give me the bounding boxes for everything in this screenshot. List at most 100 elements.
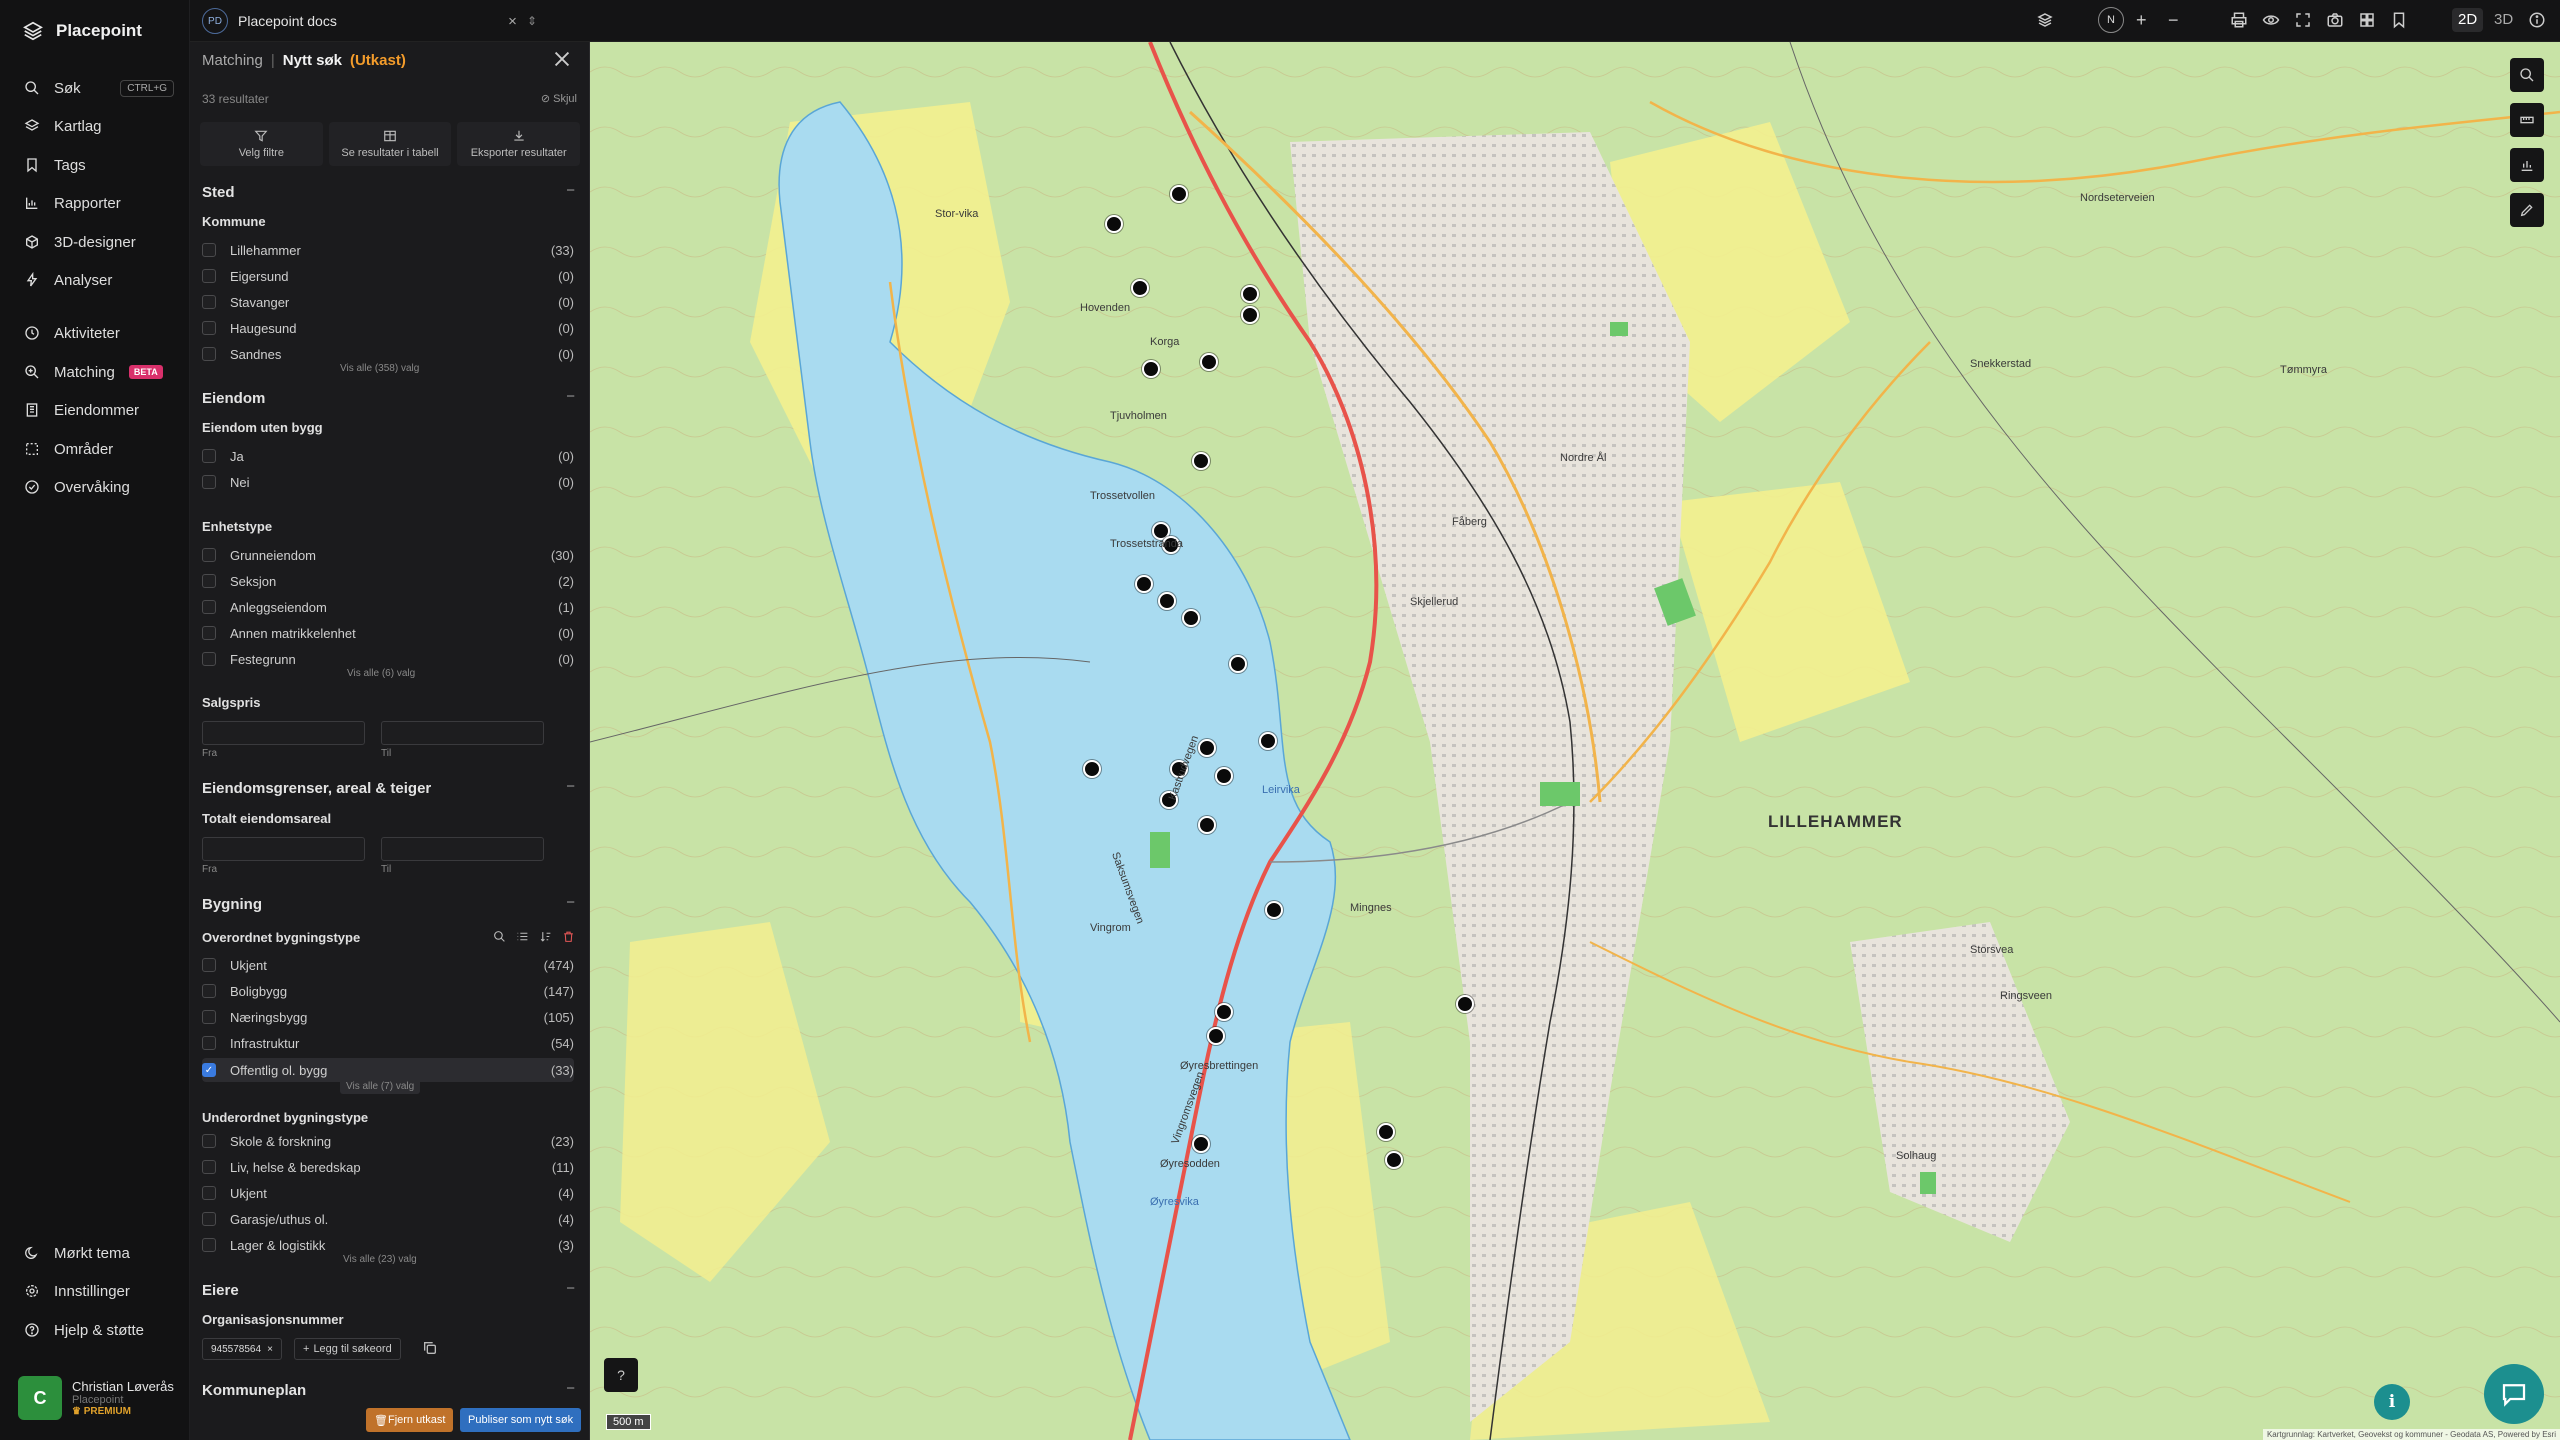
map-help-button[interactable]: ?: [604, 1358, 638, 1392]
choose-filters-button[interactable]: Velg filtre: [200, 122, 323, 166]
result-marker[interactable]: [1258, 732, 1277, 750]
option-uten-bygg-nei[interactable]: Nei (0): [202, 471, 574, 493]
checkbox[interactable]: [202, 1036, 216, 1050]
checkbox[interactable]: [202, 449, 216, 463]
checkbox[interactable]: [202, 1010, 216, 1024]
checkbox[interactable]: [202, 243, 216, 257]
mode-2d-toggle[interactable]: 2D: [2452, 8, 2484, 32]
nav-item-kartlag[interactable]: Kartlag: [24, 111, 174, 141]
collapse-eiere-icon[interactable]: −: [566, 1280, 575, 1297]
eye-icon[interactable]: [2262, 11, 2282, 31]
map-layers-button[interactable]: [2510, 58, 2544, 92]
list-icon[interactable]: [516, 930, 529, 943]
nav-item-help[interactable]: Hjelp & støtte: [24, 1315, 174, 1345]
areal-to-input[interactable]: [381, 837, 544, 861]
breadcrumb-section[interactable]: Matching: [202, 52, 263, 69]
result-marker[interactable]: [1240, 305, 1259, 324]
result-marker[interactable]: [1130, 279, 1149, 298]
result-marker[interactable]: [1197, 738, 1216, 757]
show-all-underordnet-link[interactable]: Vis alle (23) valg: [343, 1254, 417, 1265]
compass-icon[interactable]: N: [2098, 7, 2124, 33]
show-table-button[interactable]: Se resultater i tabell: [328, 122, 452, 166]
nav-item-omrader[interactable]: Områder: [24, 434, 174, 464]
result-marker[interactable]: [1199, 353, 1218, 372]
option-enhetstype-seksjon[interactable]: Seksjon (2): [202, 570, 574, 592]
section-eiere-title[interactable]: Eiere: [202, 1282, 239, 1299]
checkbox[interactable]: [202, 574, 216, 588]
checkbox[interactable]: [202, 321, 216, 335]
collapse-sted-icon[interactable]: −: [566, 182, 575, 199]
result-marker[interactable]: [1240, 284, 1259, 303]
option-kommune-haugesund[interactable]: Haugesund (0): [202, 317, 574, 339]
info-button[interactable]: i: [2374, 1384, 2410, 1420]
statistics-button[interactable]: [2510, 148, 2544, 182]
nav-item-settings[interactable]: Innstillinger: [24, 1276, 174, 1306]
option-enhetstype-anleggseiendom[interactable]: Anleggseiendom (1): [202, 596, 574, 618]
publish-search-button[interactable]: Publiser som nytt søk: [460, 1408, 582, 1432]
nav-item-overvaking[interactable]: Overvåking: [24, 472, 174, 502]
option-bygning-boligbygg[interactable]: Boligbygg (147): [202, 980, 574, 1002]
checkbox[interactable]: [202, 958, 216, 972]
result-marker[interactable]: [1455, 994, 1474, 1013]
nav-item-dark-theme[interactable]: Mørkt tema: [24, 1238, 174, 1268]
option-under-garasje[interactable]: Garasje/uthus ol. (4): [202, 1208, 574, 1230]
remove-tag-icon[interactable]: ×: [267, 1344, 273, 1355]
info-icon[interactable]: [2528, 11, 2548, 31]
section-grenser-title[interactable]: Eiendomsgrenser, areal & teiger: [202, 780, 431, 797]
user-profile[interactable]: C Christian Løverås Placepoint ♛ PREMIUM: [18, 1372, 178, 1424]
chat-button[interactable]: [2484, 1364, 2544, 1424]
export-results-button[interactable]: Eksporter resultater: [457, 122, 581, 166]
orgnr-tag[interactable]: 945578564 ×: [202, 1338, 282, 1360]
layers-stack-icon[interactable]: [2036, 11, 2056, 31]
show-all-overordnet-link[interactable]: Vis alle (7) valg: [340, 1079, 421, 1094]
section-bygning-title[interactable]: Bygning: [202, 896, 262, 913]
show-all-enhetstype-link[interactable]: Vis alle (6) valg: [347, 668, 415, 679]
show-all-kommune-link[interactable]: Vis alle (358) valg: [340, 363, 419, 374]
checkbox[interactable]: [202, 475, 216, 489]
section-sted-title[interactable]: Sted: [202, 184, 235, 201]
brand[interactable]: Placepoint: [22, 20, 142, 42]
result-marker[interactable]: [1181, 608, 1200, 627]
checkbox[interactable]: [202, 548, 216, 562]
checkbox[interactable]: [202, 1186, 216, 1200]
checkbox[interactable]: [202, 347, 216, 361]
option-uten-bygg-ja[interactable]: Ja (0): [202, 445, 574, 467]
option-bygning-infrastruktur[interactable]: Infrastruktur (54): [202, 1032, 574, 1054]
option-under-ukjent[interactable]: Ukjent (4): [202, 1182, 574, 1204]
option-kommune-stavanger[interactable]: Stavanger (0): [202, 291, 574, 313]
mode-3d-toggle[interactable]: 3D: [2488, 8, 2519, 32]
checkbox[interactable]: [202, 1212, 216, 1226]
checkbox[interactable]: [202, 984, 216, 998]
checkbox[interactable]: [202, 269, 216, 283]
nav-item-3d-designer[interactable]: 3D-designer: [24, 227, 174, 257]
nav-item-analyser[interactable]: Analyser: [24, 265, 174, 295]
nav-item-aktiviteter[interactable]: Aktiviteter: [24, 318, 174, 348]
result-marker[interactable]: [1191, 1134, 1210, 1153]
option-kommune-eigersund[interactable]: Eigersund (0): [202, 265, 574, 287]
salgspris-to-input[interactable]: [381, 721, 544, 745]
copy-icon[interactable]: [422, 1340, 438, 1361]
zoom-in-icon[interactable]: +: [2136, 11, 2156, 31]
checkbox[interactable]: [202, 652, 216, 666]
draw-button[interactable]: [2510, 193, 2544, 227]
hide-button[interactable]: ⊘ Skjul: [541, 92, 577, 105]
fullscreen-icon[interactable]: [2294, 11, 2314, 31]
option-kommune-sandnes[interactable]: Sandnes (0): [202, 343, 574, 365]
camera-icon[interactable]: [2326, 11, 2346, 31]
result-marker[interactable]: [1105, 214, 1124, 233]
option-under-lager[interactable]: Lager & logistikk (3): [202, 1234, 574, 1256]
option-kommune-lillehammer[interactable]: Lillehammer (33): [202, 239, 574, 261]
checkbox[interactable]: [202, 1134, 216, 1148]
result-marker[interactable]: [1134, 575, 1153, 594]
document-selector[interactable]: PD Placepoint docs × ⇕: [202, 6, 537, 36]
checkbox[interactable]: [202, 626, 216, 640]
option-under-helse[interactable]: Liv, helse & beredskap (11): [202, 1156, 574, 1178]
measure-button[interactable]: [2510, 103, 2544, 137]
checkbox[interactable]: [202, 600, 216, 614]
bookmark-icon[interactable]: [2390, 11, 2410, 31]
result-marker[interactable]: [1191, 452, 1210, 471]
print-icon[interactable]: [2230, 11, 2250, 31]
zoom-out-icon[interactable]: −: [2168, 11, 2188, 31]
map-view[interactable]: Nordseterveien Kastrudvegen Saksumsvegen…: [590, 42, 2560, 1440]
clear-doc-icon[interactable]: ×: [508, 13, 517, 30]
